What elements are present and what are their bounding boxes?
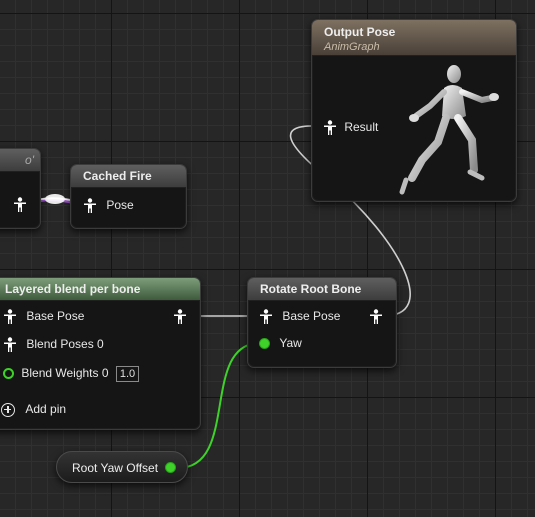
output-pose-result-label: Result: [344, 120, 379, 134]
blend-weight-input[interactable]: 1.0: [115, 365, 140, 382]
pose-pin-icon[interactable]: [3, 309, 17, 325]
pose-output-pin-icon[interactable]: [173, 309, 187, 325]
layered-blend-weights-label: Blend Weights 0: [21, 366, 109, 380]
float-pin-icon[interactable]: [3, 368, 14, 380]
layered-blend-title: Layered blend per bone: [0, 278, 200, 301]
add-pin-icon[interactable]: [1, 402, 15, 417]
pose-pin-icon[interactable]: [3, 337, 17, 353]
partial-node-title: o': [0, 149, 40, 172]
mannequin-icon: [399, 65, 499, 195]
cached-fire-title: Cached Fire: [71, 165, 186, 188]
cached-fire-pose-label: Pose: [106, 198, 134, 212]
layered-blend-node[interactable]: Layered blend per bone Base Pose Blend P…: [0, 277, 201, 430]
pose-pin-icon[interactable]: [13, 197, 27, 213]
rotate-base-pose-label: Base Pose: [282, 309, 341, 323]
pose-pin-icon[interactable]: [259, 309, 273, 325]
layered-base-pose-label: Base Pose: [26, 309, 85, 323]
pose-pin-icon[interactable]: [83, 198, 97, 214]
layered-blend-poses-label: Blend Poses 0: [26, 337, 104, 351]
add-pin-label[interactable]: Add pin: [25, 402, 66, 416]
rotate-root-bone-title: Rotate Root Bone: [248, 278, 396, 301]
float-output-pin-icon[interactable]: [165, 462, 176, 473]
rotate-root-bone-node[interactable]: Rotate Root Bone Base Pose Yaw: [247, 277, 397, 368]
pose-output-pin-icon[interactable]: [369, 309, 383, 325]
root-yaw-offset-label: Root Yaw Offset: [72, 461, 159, 475]
root-yaw-offset-node[interactable]: Root Yaw Offset: [56, 451, 188, 483]
output-pose-title: Output Pose: [324, 25, 396, 39]
float-pin-icon[interactable]: [259, 338, 270, 350]
cached-fire-node[interactable]: Cached Fire Pose: [70, 164, 187, 229]
rotate-yaw-label: Yaw: [279, 336, 302, 350]
output-pose-subtitle: AnimGraph: [324, 41, 380, 53]
output-pose-node[interactable]: Output Pose AnimGraph Result: [311, 19, 517, 202]
output-pose-header: Output Pose AnimGraph: [312, 20, 516, 56]
pose-pin-icon[interactable]: [323, 120, 337, 136]
partial-node[interactable]: o': [0, 148, 41, 229]
